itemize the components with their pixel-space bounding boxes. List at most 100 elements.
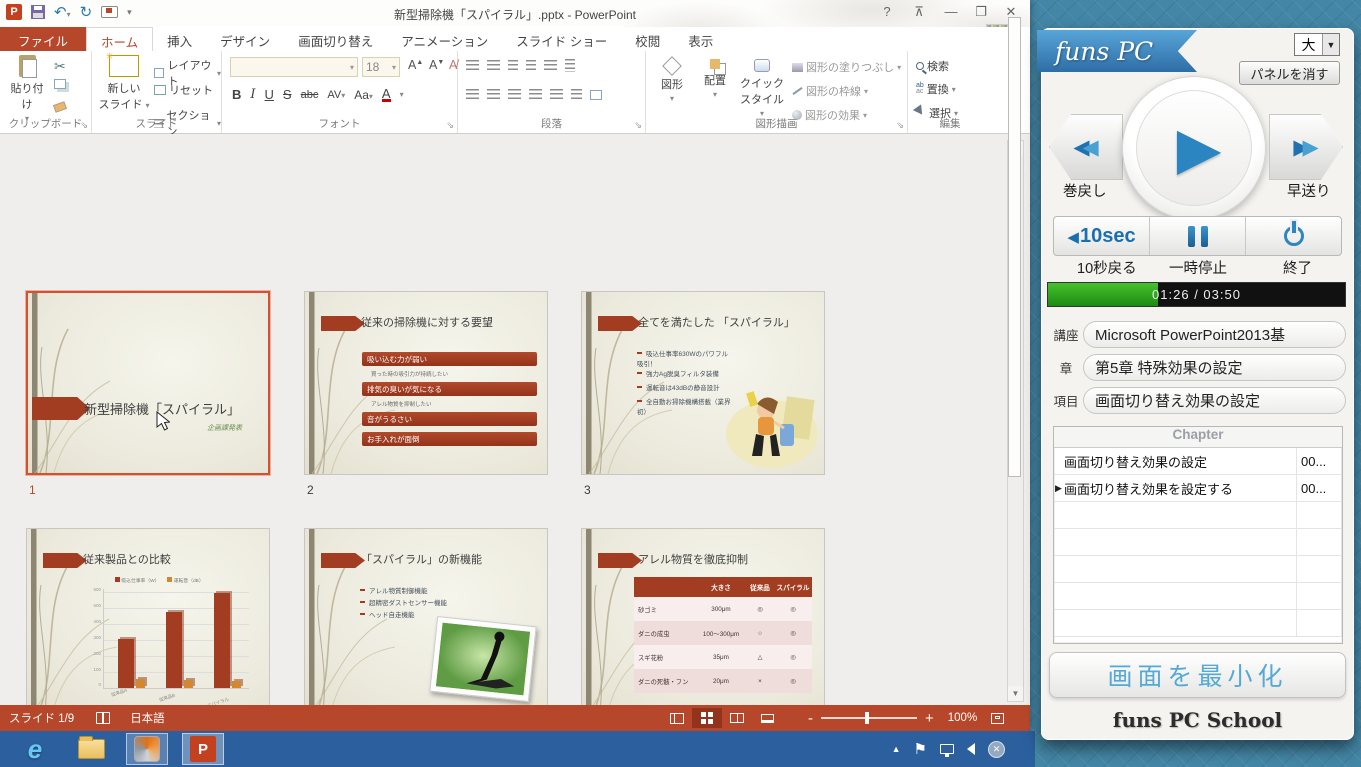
convert-smartart-icon[interactable] [590, 90, 602, 100]
font-color-button[interactable]: A [382, 88, 391, 102]
align-right-icon[interactable] [508, 89, 521, 100]
line-spacing-icon[interactable] [544, 60, 557, 71]
restore-button[interactable]: ❐ [970, 4, 992, 20]
text-direction-icon[interactable] [565, 59, 575, 72]
zoom-percent[interactable]: 100% [948, 712, 977, 724]
increase-indent-icon[interactable] [526, 60, 536, 71]
volume-icon[interactable] [967, 743, 975, 755]
scrollbar-thumb[interactable] [1008, 17, 1021, 477]
slide-thumbnail-2[interactable]: 従来の掃除機に対する要望 吸い込む力が弱い 買った時の吸引力が持続したい 排気の… [304, 291, 548, 475]
tab-transitions[interactable]: 画面切り替え [284, 27, 387, 51]
spellcheck-icon[interactable] [96, 712, 110, 724]
chapter-list-item[interactable]: ▶ 画面切り替え効果を設定する 00... [1054, 475, 1342, 502]
paragraph-dialog-launcher[interactable]: ⇘ [634, 120, 642, 131]
shape-outline-button[interactable]: 図形の枠線▾ [792, 83, 868, 99]
reset-button[interactable]: リセット [154, 82, 213, 98]
rewind-button[interactable]: ◀◀ [1049, 114, 1123, 180]
hide-panel-button[interactable]: パネルを消す [1239, 61, 1340, 85]
language-indicator[interactable]: 日本語 [130, 710, 165, 726]
change-case-button[interactable]: Aa▾ [354, 88, 373, 102]
tab-design[interactable]: デザイン [206, 27, 284, 51]
rewind-label: 巻戻し [1063, 180, 1107, 201]
font-dialog-launcher[interactable]: ⇘ [446, 120, 454, 131]
tab-file[interactable]: ファイル [0, 27, 86, 51]
columns-icon[interactable] [571, 89, 582, 100]
slide-thumbnail-6[interactable]: アレル物質を徹底抑制 大きさ 従来品 スパイラル 砂ゴミ300μm◎◎ ダニの成… [581, 528, 825, 705]
subscript-button[interactable]: abc [301, 89, 319, 101]
font-size-combo[interactable]: 18▾ [362, 57, 400, 77]
normal-view-button[interactable] [662, 708, 692, 728]
new-slide-button[interactable]: ✳ 新しいスライド ▾ [98, 55, 150, 112]
fit-to-window-button[interactable] [991, 713, 1004, 724]
paste-button[interactable]: 貼り付け▾ [6, 55, 48, 124]
align-left-icon[interactable] [466, 89, 479, 100]
sub-bullet: 買った時の吸引力が持続したい [371, 370, 448, 378]
align-center-icon[interactable] [487, 89, 500, 100]
strikethrough-button[interactable]: S [283, 87, 292, 102]
italic-button[interactable]: I [250, 87, 255, 102]
quick-styles-button[interactable]: クイックスタイル ▾ [738, 55, 786, 119]
tab-review[interactable]: 校閲 [621, 27, 674, 51]
slide-sorter-view-button[interactable] [692, 708, 722, 728]
replace-button[interactable]: abac置換 ▾ [916, 81, 956, 97]
tab-animations[interactable]: アニメーション [387, 27, 502, 51]
distribute-icon[interactable] [550, 89, 563, 100]
decrease-indent-icon[interactable] [508, 60, 518, 71]
bold-button[interactable]: B [232, 87, 241, 102]
group-drawing: 図形▾ 配置▾ クイックスタイル ▾ 図形の塗りつぶし▾ 図形の枠線▾ 図形の効… [646, 51, 908, 133]
find-button[interactable]: 検索 [916, 58, 949, 74]
minimize-screen-button[interactable]: 画面を最小化 [1049, 652, 1346, 698]
pause-button[interactable] [1150, 217, 1246, 255]
grow-font-button[interactable]: A▲ [405, 58, 426, 72]
help-button[interactable]: ? [876, 4, 898, 19]
course-value: Microsoft PowerPoint2013基 [1083, 321, 1346, 348]
slide-thumbnail-4[interactable]: 従来製品との比較 吸込仕事率（W） 運転音（dB） 600 500 400 30… [26, 528, 270, 705]
play-button[interactable]: ▶ [1122, 76, 1266, 220]
minimize-button[interactable]: — [940, 4, 962, 19]
taskbar-explorer-icon[interactable] [70, 733, 112, 765]
fast-forward-button[interactable]: ▶▶ [1269, 114, 1343, 180]
format-painter-button[interactable] [54, 103, 66, 111]
underline-button[interactable]: U [265, 87, 274, 102]
shrink-font-button[interactable]: A▼ [426, 58, 447, 72]
character-spacing-button[interactable]: AV▾ [327, 89, 345, 101]
tab-insert[interactable]: 挿入 [153, 27, 206, 51]
scroll-down-arrow[interactable]: ▼ [1008, 686, 1023, 701]
tab-home[interactable]: ホーム [86, 27, 153, 51]
cut-button[interactable]: ✂ [54, 58, 66, 75]
bullets-icon[interactable] [466, 60, 479, 71]
shapes-button[interactable]: 図形▾ [652, 55, 692, 104]
show-hidden-icons[interactable]: ▲ [892, 744, 901, 754]
size-select-arrow-icon[interactable]: ▼ [1322, 34, 1339, 55]
reading-view-button[interactable] [722, 708, 752, 728]
drawing-dialog-launcher[interactable]: ⇘ [896, 120, 904, 131]
action-center-flag-icon[interactable]: ⚑ [914, 740, 927, 758]
zoom-slider[interactable] [821, 717, 917, 719]
justify-icon[interactable] [529, 89, 542, 100]
power-button[interactable] [1246, 217, 1341, 255]
slide-thumbnail-1[interactable]: 新型掃除機「スパイラル」 企画課発表 [26, 291, 270, 475]
zoom-in-button[interactable]: + [925, 710, 934, 727]
clipboard-dialog-launcher[interactable]: ⇘ [80, 120, 88, 131]
shape-fill-button[interactable]: 図形の塗りつぶし▾ [792, 59, 901, 75]
progress-bar[interactable]: 01:26 / 03:50 [1047, 282, 1346, 307]
back-10sec-button[interactable]: ◀10sec [1054, 217, 1150, 255]
taskbar-ie-icon[interactable]: e [14, 733, 56, 765]
size-select[interactable]: 大 ▼ [1294, 33, 1340, 56]
tab-slideshow[interactable]: スライド ショー [502, 27, 621, 51]
arrange-button[interactable]: 配置▾ [696, 55, 734, 100]
disconnected-icon[interactable]: ✕ [988, 741, 1005, 758]
network-icon[interactable] [940, 744, 954, 754]
slide-thumbnail-3[interactable]: 全てを満たした 「スパイラル」 吸込仕事率630Wのパワフル吸引！ 強力Ag脱臭… [581, 291, 825, 475]
taskbar-funspc-app-icon[interactable] [126, 733, 168, 765]
taskbar-powerpoint-icon[interactable]: P [182, 733, 224, 765]
slideshow-view-button[interactable] [752, 708, 782, 728]
zoom-out-button[interactable]: - [808, 710, 813, 727]
copy-button[interactable] [54, 79, 66, 89]
tab-view[interactable]: 表示 [674, 27, 727, 51]
slide-thumbnail-5[interactable]: 「スパイラル」の新機能 アレル物質制御機能 超精密ダストセンサー機能 ヘッド自走… [304, 528, 548, 705]
numbering-icon[interactable] [487, 60, 500, 71]
font-name-combo[interactable]: ▾ [230, 57, 358, 77]
ribbon-display-options-button[interactable]: ⊼ [908, 4, 930, 20]
chapter-list-item[interactable]: 画面切り替え効果の設定 00... [1054, 448, 1342, 475]
